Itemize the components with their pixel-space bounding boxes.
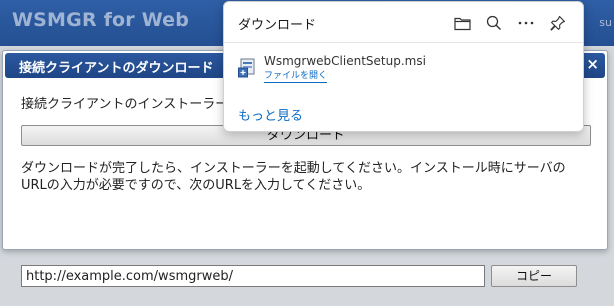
pin-icon[interactable] [547, 12, 569, 34]
download-file-name: WsmgrwebClientSetup.msi [264, 54, 426, 68]
msi-file-icon [238, 58, 256, 78]
app-title: WSMGR for Web [12, 9, 190, 31]
header-user-text: su [599, 16, 612, 29]
downloads-flyout: ダウンロード WsmgrwebClientSetup.msi ファイルを開く も… [223, 1, 584, 132]
search-icon[interactable] [483, 12, 505, 34]
copy-button[interactable]: コピー [491, 265, 577, 287]
instruction-text: ダウンロードが完了したら、インストーラーを起動してください。インストール時にサー… [21, 161, 566, 193]
see-more-link[interactable]: もっと見る [238, 105, 303, 124]
downloads-toolbar [451, 12, 569, 34]
flyout-divider [224, 42, 583, 43]
dialog-title: 接続クライアントのダウンロード [19, 61, 214, 76]
more-icon[interactable] [515, 12, 537, 34]
open-file-link[interactable]: ファイルを開く [264, 70, 328, 83]
download-item[interactable]: WsmgrwebClientSetup.msi ファイルを開く [238, 52, 568, 88]
downloads-title: ダウンロード [238, 18, 317, 33]
folder-icon[interactable] [451, 12, 473, 34]
close-icon[interactable]: × [586, 55, 599, 73]
server-url-field[interactable] [21, 265, 485, 287]
url-row: コピー [21, 265, 593, 287]
